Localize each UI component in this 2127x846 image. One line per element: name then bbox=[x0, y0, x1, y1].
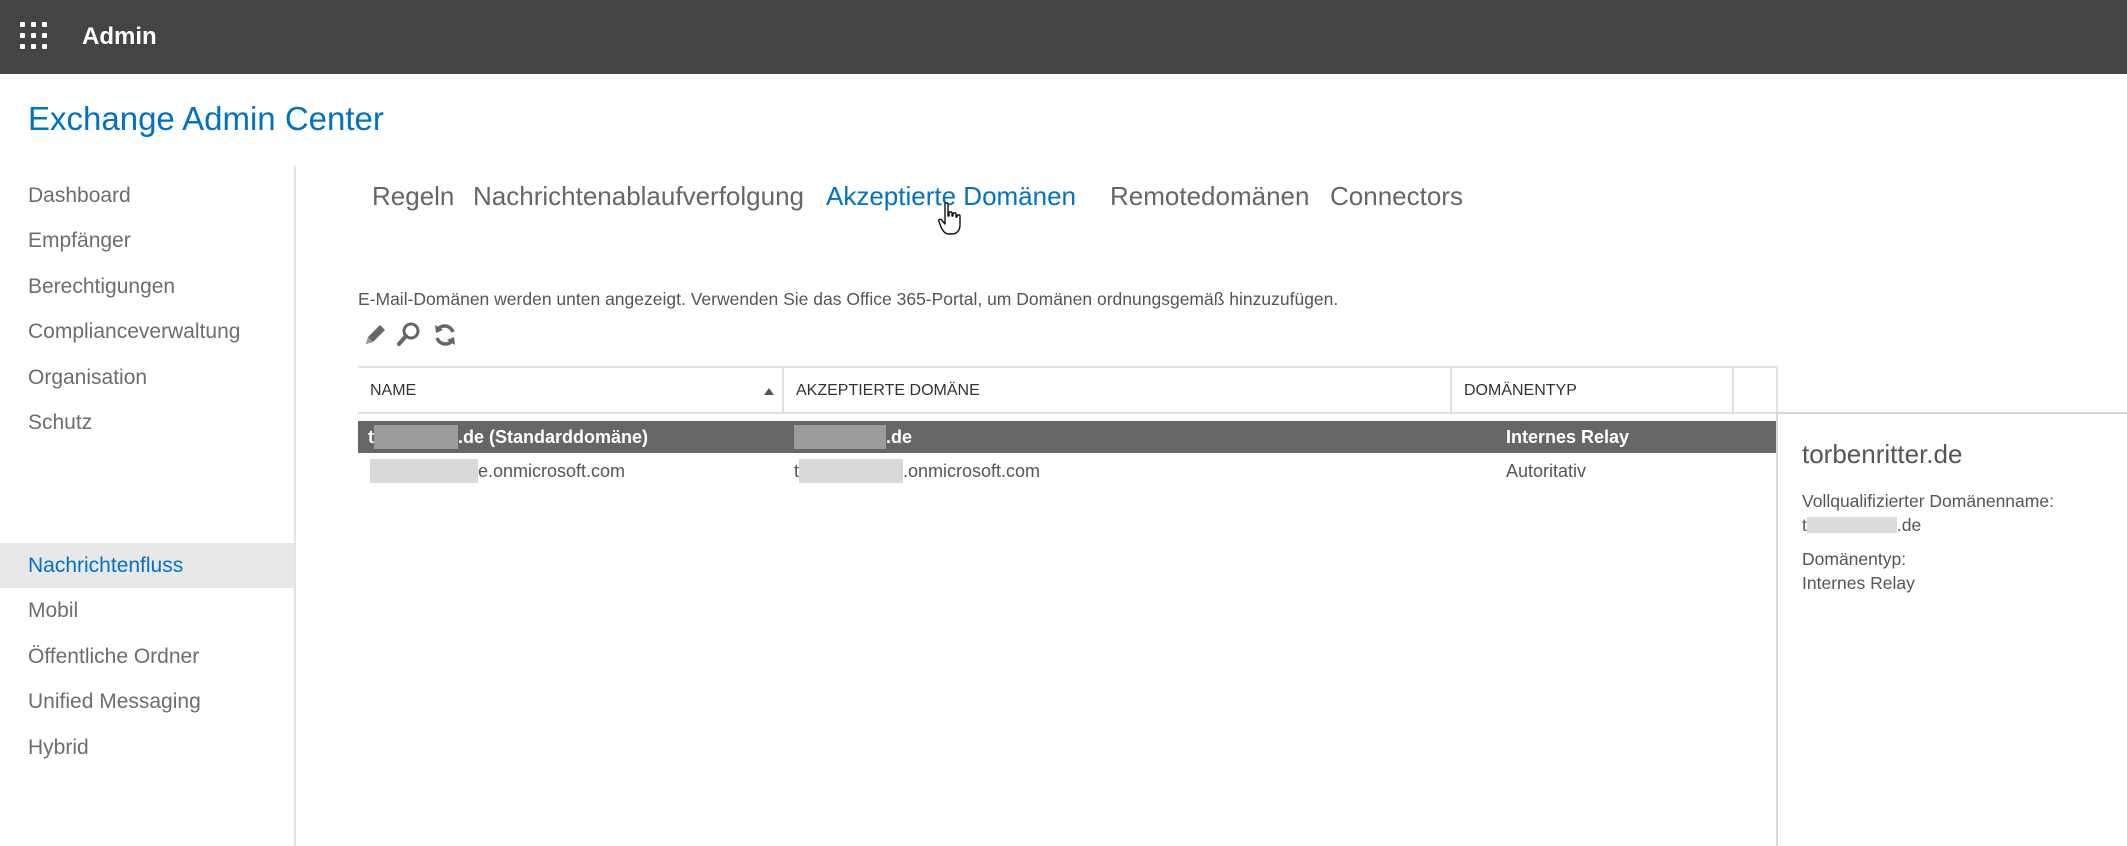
waffle-grid-icon[interactable] bbox=[18, 20, 50, 52]
domain-suffix: .de bbox=[886, 427, 913, 447]
redacted-block bbox=[370, 458, 478, 483]
details-fqdn-value: t .de bbox=[1802, 514, 1921, 536]
pencil-icon[interactable] bbox=[360, 320, 390, 350]
tab-remote-domains[interactable]: Remotedomänen bbox=[1110, 174, 1309, 218]
top-bar: Admin bbox=[0, 0, 2127, 74]
sidebar-item-unified-messaging[interactable]: Unified Messaging bbox=[0, 679, 294, 724]
app-title[interactable]: Admin bbox=[82, 22, 157, 52]
redacted-block bbox=[1806, 517, 1897, 534]
redacted-block bbox=[799, 458, 904, 483]
search-icon[interactable] bbox=[394, 320, 424, 350]
cell-domain-type: Autoritativ bbox=[1506, 461, 1587, 481]
details-pane: torbenritter.de Vollqualifizierter Domän… bbox=[1776, 412, 2127, 846]
table-row[interactable]: e.onmicrosoft.com t .onmicrosoft.com Auto… bbox=[358, 455, 1778, 487]
left-navigation: Dashboard Empfänger Berechtigungen Compl… bbox=[0, 166, 296, 846]
cell-name: e.onmicrosoft.com bbox=[370, 455, 625, 487]
sidebar-item-compliance[interactable]: Complianceverwaltung bbox=[0, 309, 294, 354]
details-type-value: Internes Relay bbox=[1802, 573, 1915, 593]
page-title: Exchange Admin Center bbox=[28, 100, 384, 137]
sidebar-item-hybrid[interactable]: Hybrid bbox=[0, 725, 294, 770]
name-suffix: .de (Standarddomäne) bbox=[458, 427, 649, 447]
details-type-label: Domänentyp: bbox=[1802, 549, 1907, 569]
sidebar-item-recipients[interactable]: Empfänger bbox=[0, 218, 294, 263]
details-fqdn-label: Vollqualifizierter Domänenname: bbox=[1802, 491, 2054, 511]
domain-suffix: .onmicrosoft.com bbox=[903, 461, 1041, 481]
sort-ascending-icon bbox=[764, 388, 774, 395]
description-text: E-Mail-Domänen werden unten angezeigt. V… bbox=[358, 289, 1339, 309]
redacted-block bbox=[794, 424, 886, 449]
cell-accepted-domain: t .onmicrosoft.com bbox=[794, 455, 1040, 487]
name-suffix: e.onmicrosoft.com bbox=[478, 461, 626, 481]
refresh-icon[interactable] bbox=[430, 320, 460, 350]
redacted-block bbox=[374, 424, 458, 449]
sidebar-item-protection[interactable]: Schutz bbox=[0, 400, 294, 445]
sidebar-item-organization[interactable]: Organisation bbox=[0, 355, 294, 400]
sidebar-item-public-folders[interactable]: Öffentliche Ordner bbox=[0, 634, 294, 679]
cell-accepted-domain: .de bbox=[794, 421, 912, 453]
table-row[interactable]: t .de (Standarddomäne) .de Internes Relay bbox=[358, 421, 1778, 453]
tab-rules[interactable]: Regeln bbox=[372, 174, 454, 218]
cell-name: t .de (Standarddomäne) bbox=[368, 421, 648, 453]
column-header-domain-type[interactable]: DOMÄNENTYP bbox=[1452, 368, 1734, 414]
sidebar-item-dashboard[interactable]: Dashboard bbox=[0, 173, 294, 218]
details-header-spacer bbox=[1776, 366, 2127, 414]
table-header: NAME AKZEPTIERTE DOMÄNE DOMÄNENTYP bbox=[358, 366, 1778, 414]
cell-domain-type: Internes Relay bbox=[1506, 427, 1630, 447]
details-title: torbenritter.de bbox=[1802, 439, 1963, 469]
sidebar-item-permissions[interactable]: Berechtigungen bbox=[0, 264, 294, 309]
tab-connectors[interactable]: Connectors bbox=[1330, 174, 1463, 218]
column-header-name[interactable]: NAME bbox=[358, 368, 784, 414]
column-header-accepted-domain[interactable]: AKZEPTIERTE DOMÄNE bbox=[784, 368, 1452, 414]
fqdn-suffix: .de bbox=[1896, 515, 1922, 535]
sidebar-item-mail-flow[interactable]: Nachrichtenfluss bbox=[0, 543, 294, 588]
sidebar-item-mobile[interactable]: Mobil bbox=[0, 588, 294, 633]
column-header-name-label: NAME bbox=[370, 382, 417, 399]
tab-message-trace[interactable]: Nachrichtenablaufverfolgung bbox=[473, 174, 804, 218]
hand-cursor-icon bbox=[938, 202, 961, 235]
